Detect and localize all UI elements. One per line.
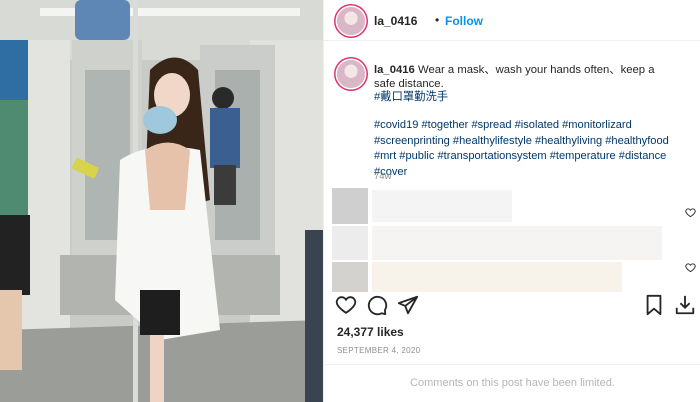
hashtag-list[interactable]: #covid19 #together #spread #isolated #mo… — [374, 118, 694, 180]
caption-text: Wear a mask、wash your hands often、keep a… — [374, 64, 655, 90]
comment-text-blurred — [372, 190, 512, 222]
comments-limited-text: Comments on this post have been limited. — [410, 377, 615, 389]
comment-avatar[interactable] — [332, 226, 368, 260]
likes-count[interactable]: 24,377 likes — [337, 325, 404, 339]
comment-icon[interactable] — [366, 294, 388, 316]
download-icon[interactable] — [674, 294, 696, 316]
separator-dot: • — [435, 13, 440, 27]
small-heart-icon[interactable] — [685, 262, 696, 273]
post-date: SEPTEMBER 4, 2020 — [337, 346, 421, 355]
comment-text-blurred — [372, 226, 662, 260]
subway-scene-image — [0, 0, 323, 402]
caption-username[interactable]: la_0416 — [374, 64, 415, 76]
post-header: la_0416 • Follow — [324, 0, 700, 41]
post-photo[interactable] — [0, 0, 323, 402]
caption-avatar[interactable] — [337, 60, 365, 88]
username-link[interactable]: la_0416 — [374, 14, 417, 28]
comment-avatar[interactable] — [332, 188, 368, 224]
caption-hashtag[interactable]: #戴口罩勤洗手 — [374, 91, 448, 103]
follow-button[interactable]: Follow — [445, 14, 483, 28]
paper-plane-icon[interactable] — [397, 294, 419, 316]
post-caption: la_0416 Wear a mask、wash your hands ofte… — [374, 64, 674, 105]
action-bar — [324, 284, 700, 324]
bookmark-icon[interactable] — [643, 294, 665, 316]
comments-limited-notice: Comments on this post have been limited. — [324, 364, 700, 402]
post-time-ago: 74w — [374, 171, 392, 182]
small-heart-icon[interactable] — [685, 207, 696, 218]
post-sidebar: la_0416 • Follow la_0416 Wear a mask、was… — [323, 0, 700, 402]
heart-icon[interactable] — [335, 294, 357, 316]
avatar[interactable] — [337, 7, 365, 35]
